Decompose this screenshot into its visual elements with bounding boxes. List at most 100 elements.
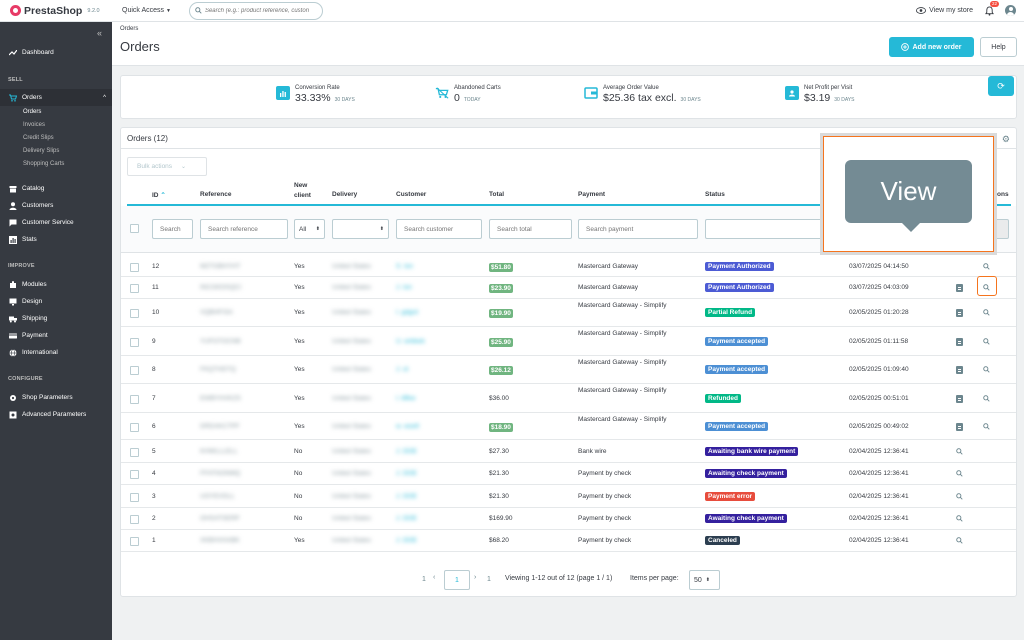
invoice-icon[interactable]: [956, 284, 963, 292]
filter-id-input[interactable]: [160, 225, 192, 233]
view-magnifier-icon[interactable]: [983, 366, 990, 373]
refresh-kpi-button[interactable]: ⟳: [988, 76, 1014, 96]
table-row[interactable]: 11 INCGKDSQCI Yes United States J. Ion $23.90…: [121, 277, 1016, 299]
column-header-new-client[interactable]: New client: [294, 181, 311, 201]
pagination-last[interactable]: 1: [487, 576, 491, 583]
sidebar-subitem-shopping-carts[interactable]: Shopping Carts: [0, 158, 112, 171]
notifications-button[interactable]: 22: [983, 0, 999, 17]
filter-status-select[interactable]: [705, 219, 825, 239]
kpi-average-order-value[interactable]: Average Order Value $25.36 tax excl. 30 D…: [584, 85, 701, 104]
filter-payment-input[interactable]: [586, 225, 697, 233]
cell-customer[interactable]: J. DOE: [396, 470, 417, 477]
invoice-icon[interactable]: [956, 309, 963, 317]
status-badge[interactable]: Awaiting check payment: [705, 469, 787, 478]
row-checkbox[interactable]: [130, 395, 139, 404]
status-badge[interactable]: Payment accepted: [705, 365, 769, 374]
sidebar-item-dashboard[interactable]: Dashboard: [0, 44, 112, 61]
pagination-next-icon[interactable]: ›: [474, 574, 476, 581]
quick-access-menu[interactable]: Quick Access ▼: [122, 7, 171, 14]
view-magnifier-icon[interactable]: [956, 448, 963, 455]
invoice-icon[interactable]: [956, 395, 963, 403]
cell-customer[interactable]: S. Ion: [396, 263, 413, 270]
invoice-icon[interactable]: [956, 338, 963, 346]
row-checkbox[interactable]: [130, 366, 139, 375]
kpi-net-profit-per-visit[interactable]: Net Profit per Visit $3.19 30 DAYS: [785, 85, 854, 104]
cell-customer[interactable]: J. Ion: [396, 284, 412, 291]
status-badge[interactable]: Refunded: [705, 394, 741, 403]
pagination-first[interactable]: 1: [422, 576, 426, 583]
row-checkbox[interactable]: [130, 263, 139, 272]
row-checkbox[interactable]: [130, 537, 139, 546]
help-button[interactable]: Help: [980, 37, 1017, 57]
sidebar-item-catalog[interactable]: Catalog: [0, 180, 112, 197]
table-row[interactable]: 2 OHSATSERP No United States J. DOE $169.90 Pa…: [121, 508, 1016, 530]
sidebar-subitem-delivery-slips[interactable]: Delivery Slips: [0, 145, 112, 158]
table-row[interactable]: 10 VQBHFISA Yes United States I. gdgrd $19.90…: [121, 299, 1016, 327]
filter-customer-input[interactable]: [404, 225, 481, 233]
status-badge[interactable]: Awaiting bank wire payment: [705, 447, 799, 456]
column-header-status[interactable]: Status: [705, 191, 725, 198]
search-input[interactable]: [204, 7, 315, 14]
status-badge[interactable]: Payment accepted: [705, 422, 769, 431]
row-checkbox[interactable]: [130, 470, 139, 479]
add-new-order-button[interactable]: Add new order: [889, 37, 974, 57]
row-checkbox[interactable]: [130, 493, 139, 502]
view-magnifier-icon[interactable]: [983, 338, 990, 345]
view-my-store-link[interactable]: View my store: [916, 7, 973, 14]
filter-new-client-select[interactable]: All ⬍: [294, 219, 325, 239]
sidebar-item-customer-service[interactable]: Customer Service: [0, 214, 112, 231]
pagination-current[interactable]: 1: [444, 570, 470, 590]
filter-total-input[interactable]: [497, 225, 571, 233]
breadcrumb[interactable]: Orders: [120, 26, 138, 32]
column-header-delivery[interactable]: Delivery: [332, 191, 357, 198]
table-row[interactable]: 7 EWBYHVKZS Yes United States I. lilfkw $36.0…: [121, 384, 1016, 413]
user-avatar-icon[interactable]: [1005, 5, 1016, 16]
cell-customer[interactable]: J. DOE: [396, 493, 417, 500]
status-badge[interactable]: Payment Authorized: [705, 262, 774, 271]
row-checkbox[interactable]: [130, 515, 139, 524]
filter-customer-field[interactable]: [396, 219, 482, 239]
table-row[interactable]: 6 DRDAKCTPF Yes United States w. woefi $18.90…: [121, 413, 1016, 440]
filter-payment-field[interactable]: [578, 219, 698, 239]
view-magnifier-icon[interactable]: [983, 309, 990, 316]
sidebar-item-shipping[interactable]: Shipping: [0, 310, 112, 327]
column-header-id[interactable]: ID ⌃: [152, 191, 166, 199]
sidebar-item-international[interactable]: International: [0, 344, 112, 361]
cell-customer[interactable]: J. DOE: [396, 537, 417, 544]
table-row[interactable]: 3 UOYEVDLL No United States J. DOE $21.30 Paym…: [121, 485, 1016, 508]
search-box[interactable]: [188, 1, 323, 20]
view-magnifier-icon[interactable]: [983, 263, 990, 270]
row-checkbox[interactable]: [130, 338, 139, 347]
logo[interactable]: PrestaShop 9.2.0: [0, 5, 112, 17]
filter-id-field[interactable]: [152, 219, 193, 239]
sidebar-subitem-orders[interactable]: Orders: [0, 106, 112, 119]
row-checkbox[interactable]: [130, 448, 139, 457]
filter-delivery-select[interactable]: ⬍: [332, 219, 389, 239]
cell-customer[interactable]: J. DOE: [396, 515, 417, 522]
status-badge[interactable]: Awaiting check payment: [705, 514, 787, 523]
table-row[interactable]: 9 YUFGTOCNB Yes United States U. wrbkek $25.9…: [121, 327, 1016, 356]
cell-customer[interactable]: w. woefi: [396, 423, 419, 430]
table-row[interactable]: 1 XKBHVHABK Yes United States J. DOE $68.20 Pa…: [121, 530, 1016, 552]
status-badge[interactable]: Payment accepted: [705, 337, 769, 346]
sidebar-item-shop-parameters[interactable]: Shop Parameters: [0, 389, 112, 406]
filter-reference-input[interactable]: [208, 225, 287, 233]
sidebar-subitem-invoices[interactable]: Invoices: [0, 119, 112, 132]
sidebar-subitem-credit-slips[interactable]: Credit Slips: [0, 132, 112, 145]
cell-customer[interactable]: J. DOE: [396, 448, 417, 455]
view-magnifier-icon[interactable]: [983, 423, 990, 430]
sidebar-item-orders[interactable]: Orders ^: [0, 89, 112, 106]
table-row[interactable]: 5 KHWLLLELL No United States J. DOE $27.30 Ban…: [121, 440, 1016, 463]
filter-reference-field[interactable]: [200, 219, 288, 239]
status-badge[interactable]: Payment error: [705, 492, 756, 501]
sidebar-item-payment[interactable]: Payment: [0, 327, 112, 344]
items-per-page-select[interactable]: 50 ⬍: [689, 570, 720, 590]
view-magnifier-icon[interactable]: [956, 537, 963, 544]
bulk-actions-button[interactable]: Bulk actions ⌄: [127, 157, 207, 176]
collapse-sidebar-icon[interactable]: «: [97, 28, 102, 38]
sidebar-item-stats[interactable]: Stats: [0, 231, 112, 248]
select-all-checkbox[interactable]: [130, 224, 139, 233]
invoice-icon[interactable]: [956, 366, 963, 374]
sidebar-item-design[interactable]: Design: [0, 293, 112, 310]
row-checkbox[interactable]: [130, 309, 139, 318]
